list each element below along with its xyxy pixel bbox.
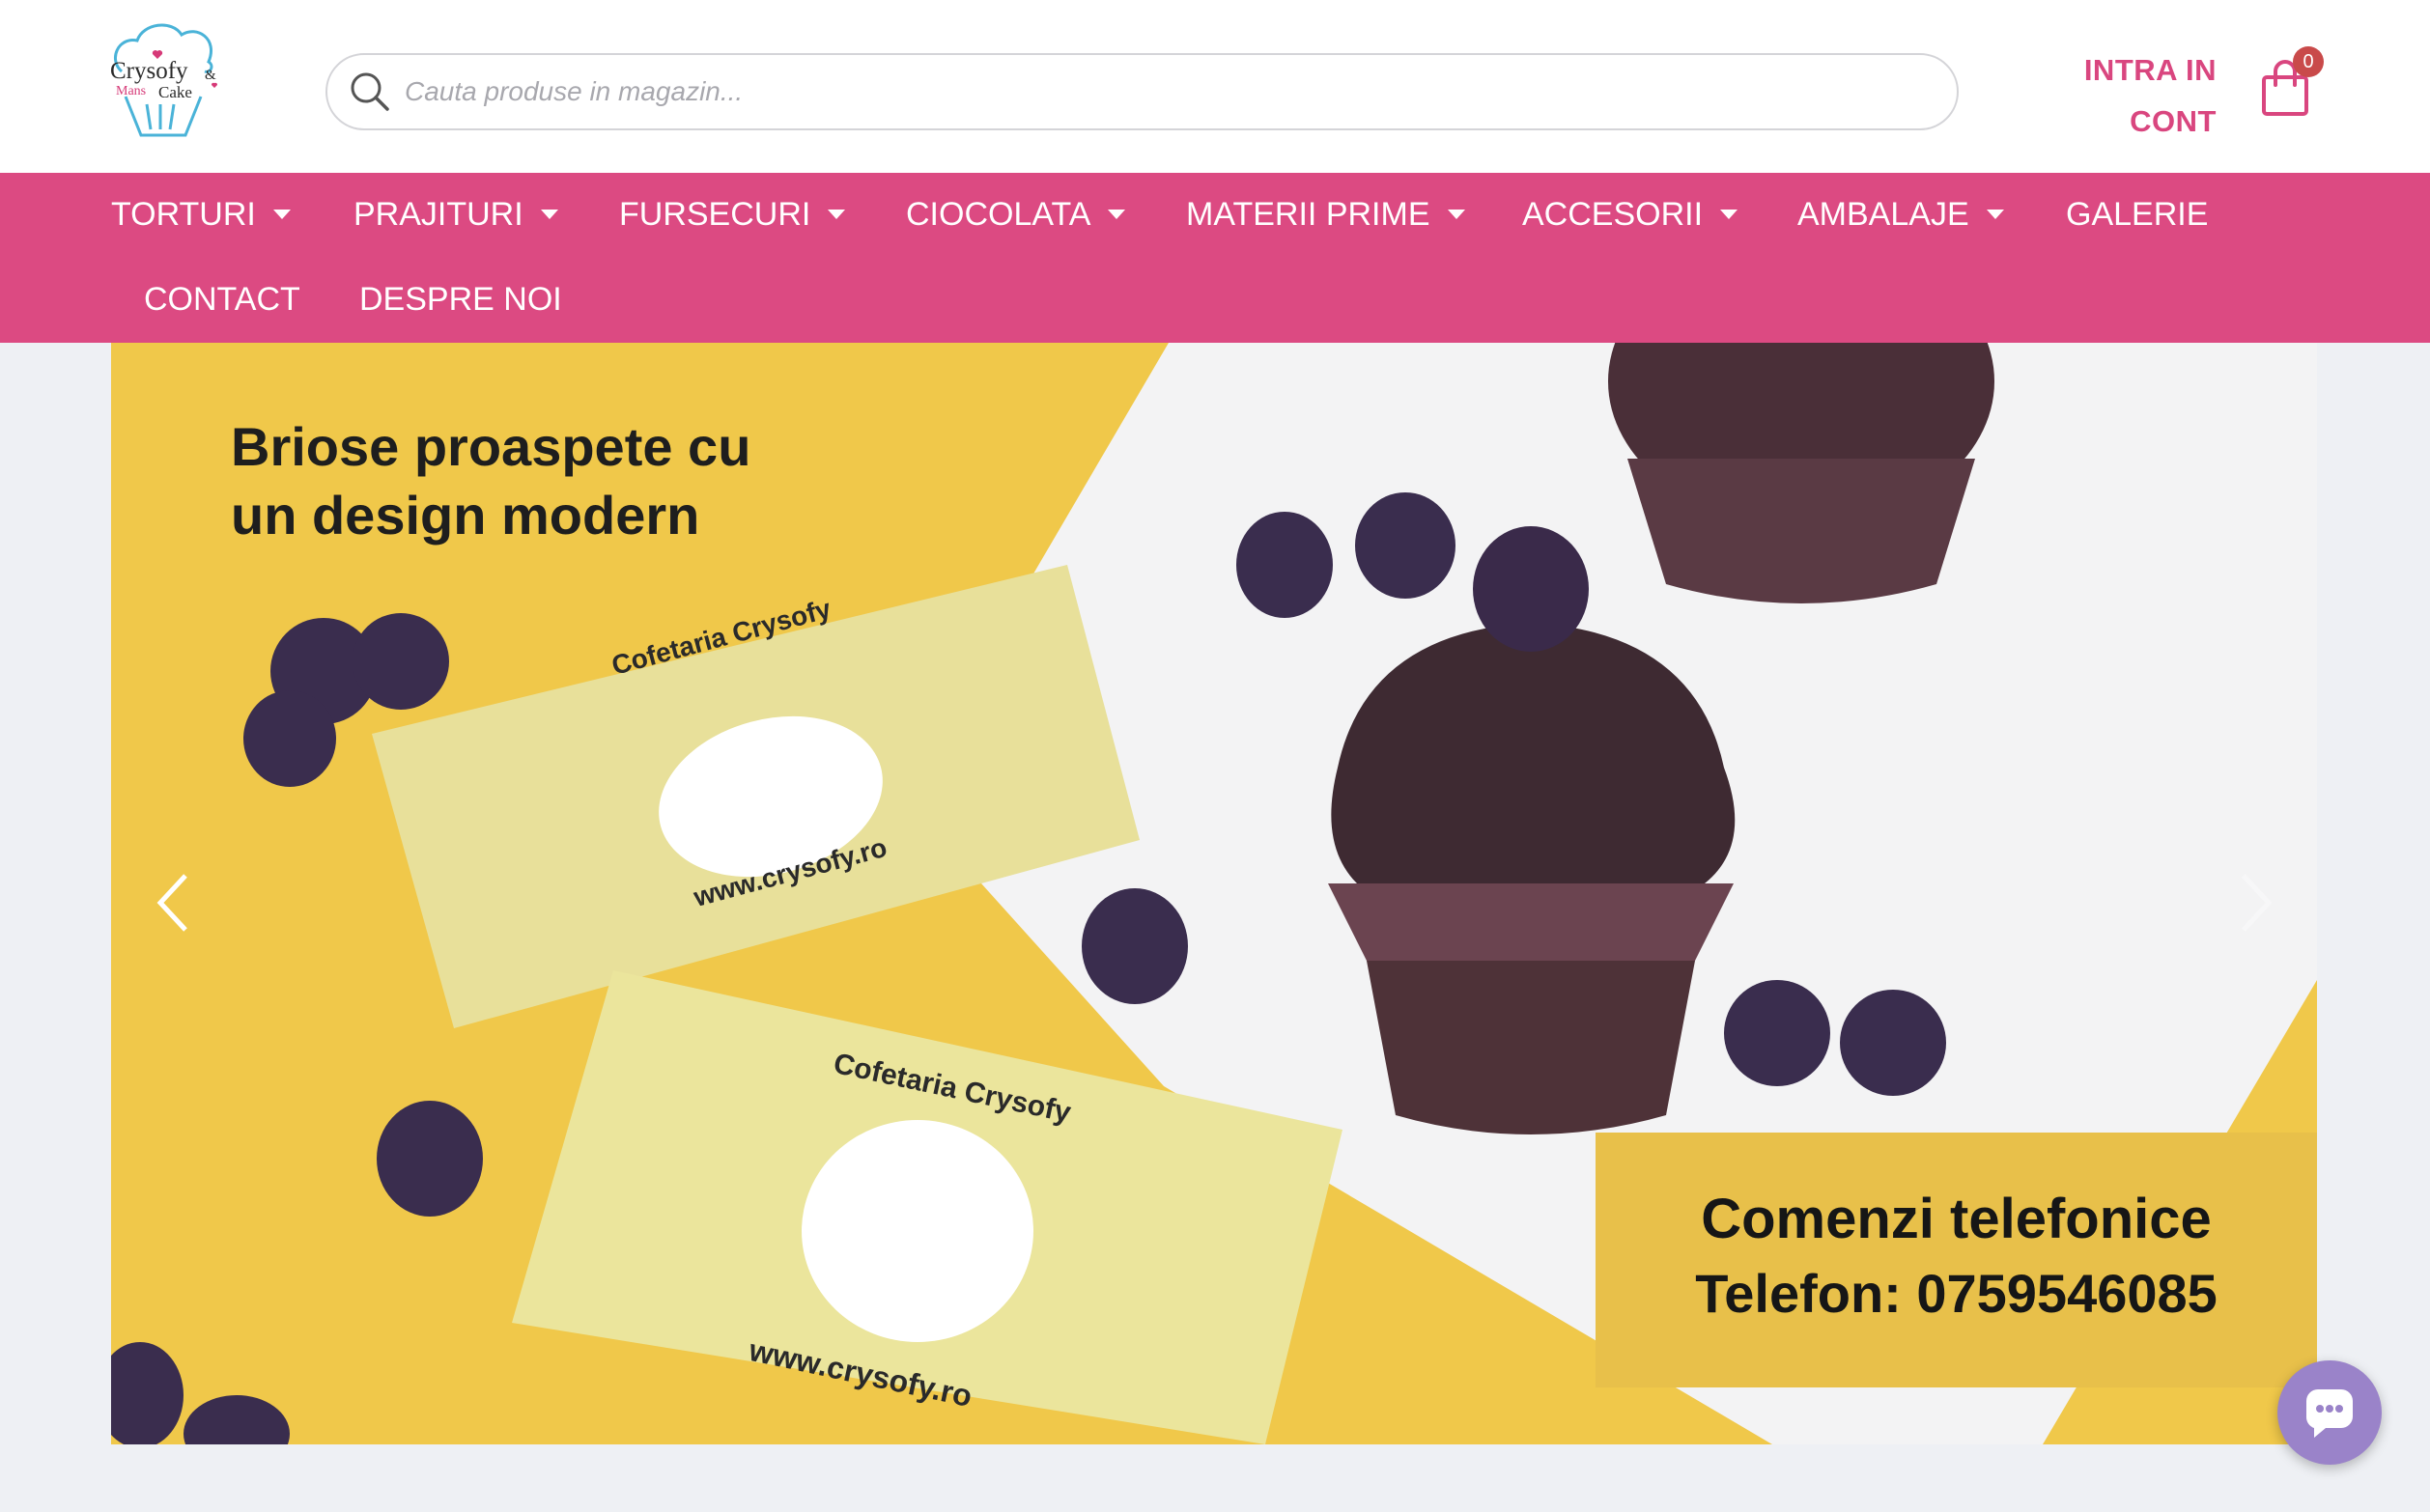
chat-widget-button[interactable] [2277,1360,2382,1465]
nav-item-ciocolata[interactable]: CIOCOLATA [906,193,1126,236]
caret-down-icon [1108,210,1126,220]
logo-sub-cake: Cake [158,83,192,101]
logo-ampersand: & [205,68,216,83]
nav-item-fursecuri[interactable]: FURSECURI [619,193,846,236]
nav-label: AMBALAJE [1797,196,1969,233]
caret-down-icon [1720,210,1738,220]
search-bar[interactable] [325,53,1959,130]
chevron-left-icon[interactable] [145,864,203,941]
login-link[interactable]: INTRA IN CONT [2048,44,2217,147]
nav-item-despre-noi[interactable]: DESPRE NOI [359,278,562,321]
nav-item-torturi[interactable]: TORTURI [111,193,291,236]
nav-label: PRAJITURI [353,196,523,233]
caret-down-icon [540,210,558,220]
main-navigation: TORTURI PRAJITURI FURSECURI CIOCOLATA MA… [0,173,2430,343]
phone-order-title: Comenzi telefonice [1701,1188,2212,1250]
nav-label: TORTURI [111,196,256,233]
nav-label: CIOCOLATA [906,196,1091,233]
nav-item-contact[interactable]: CONTACT [144,278,300,321]
cart-count-badge: 0 [2293,46,2324,77]
nav-label: DESPRE NOI [359,281,562,318]
nav-label: CONTACT [144,281,300,318]
nav-label: FURSECURI [619,196,811,233]
nav-label: MATERII PRIME [1186,196,1430,233]
search-icon[interactable] [349,70,391,113]
hero-headline: Briose proaspete cu un design modern [231,412,750,549]
site-logo[interactable]: Crysofy & Mans Cake [104,15,224,139]
chevron-right-icon[interactable] [2226,864,2284,941]
nav-label: ACCESORII [1522,196,1704,233]
nav-item-prajituri[interactable]: PRAJITURI [353,193,558,236]
login-line-1: INTRA IN [2083,53,2217,87]
nav-item-ambalaje[interactable]: AMBALAJE [1797,193,2004,236]
nav-item-galerie[interactable]: GALERIE [2066,193,2208,236]
nav-label: GALERIE [2066,196,2209,233]
login-line-2: CONT [2130,104,2217,138]
logo-wordmark: Crysofy [110,58,188,84]
chat-bubble-icon [2305,1389,2353,1438]
phone-order-number: Telefon: 0759546085 [1695,1263,2218,1324]
phone-order-box: Comenzi telefonice Telefon: 0759546085 [1596,1133,2317,1387]
site-header: Crysofy & Mans Cake INTRA IN CONT 0 [0,0,2430,173]
caret-down-icon [1447,210,1465,220]
caret-down-icon [1986,210,2004,220]
hero-headline-line-1: Briose proaspete cu [231,416,751,477]
hero-headline-line-2: un design modern [231,485,700,546]
hero-slider[interactable]: Briose proaspete cu un design modern Cof… [111,343,2317,1444]
nav-item-materii-prime[interactable]: MATERII PRIME [1186,193,1465,236]
caret-down-icon [272,210,291,220]
search-input[interactable] [405,67,1921,117]
nav-item-accesorii[interactable]: ACCESORII [1522,193,1738,236]
logo-sub-mans: Mans [116,84,147,98]
caret-down-icon [828,210,846,220]
